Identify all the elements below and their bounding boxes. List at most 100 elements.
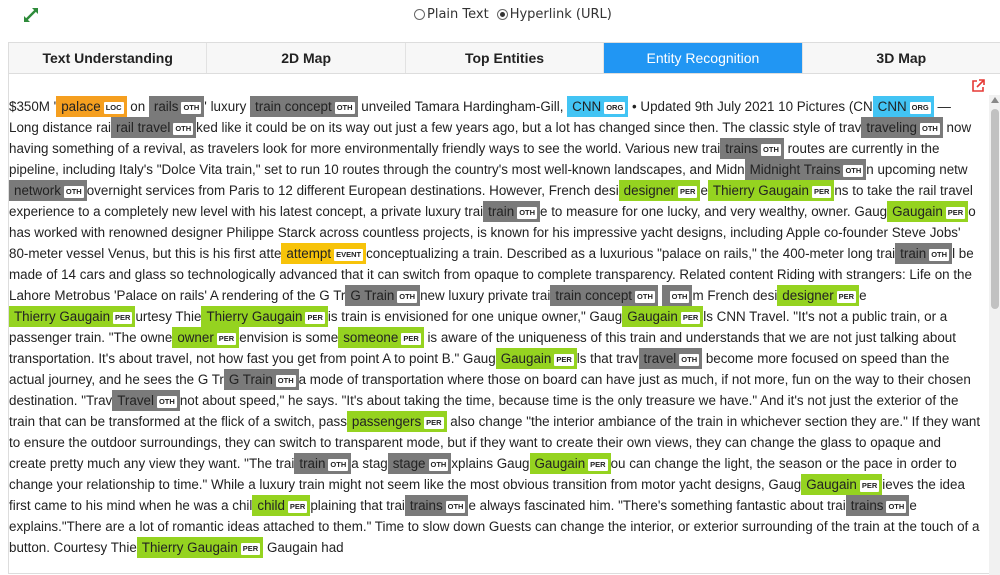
entity-per[interactable]: Thierry Gaugain PER (136, 537, 264, 558)
entity-loc[interactable]: palace LOC (56, 96, 127, 117)
entity-label-badge: ORG (604, 102, 626, 114)
entity-oth[interactable]: stage OTH (387, 453, 452, 474)
entity-oth[interactable]: network OTH (9, 180, 87, 201)
entity-oth[interactable]: rails OTH (148, 96, 205, 117)
entity-per[interactable]: Gaugain PER (529, 453, 611, 474)
entity-per[interactable]: someone PER (338, 327, 424, 348)
entity-text: someone (343, 330, 399, 345)
vertical-scrollbar[interactable] (989, 95, 1000, 575)
radio-plain-text-dot[interactable] (414, 9, 425, 20)
entity-label-badge: OTH (679, 354, 700, 366)
article-text-segment: overnight services from Paris to 12 diff… (86, 183, 619, 198)
entity-text: G Train (228, 372, 273, 387)
radio-hyperlink-dot[interactable] (496, 9, 508, 20)
entity-oth[interactable]: train OTH (895, 243, 953, 264)
entity-per[interactable]: owner PER (172, 327, 240, 348)
entity-text: designer (782, 288, 834, 303)
article-text-segment: ked like it could be on its way out just… (196, 120, 862, 135)
entity-per[interactable]: Gaugain PER (801, 474, 883, 495)
entity-event[interactable]: attempt EVENT (281, 243, 367, 264)
entity-label-badge: PER (113, 312, 133, 324)
entity-text: Gaugain (500, 351, 552, 366)
entity-oth[interactable]: train concept OTH (250, 96, 358, 117)
article-text-segment: plaining that trai (310, 498, 405, 513)
entity-label-badge: PER (216, 333, 237, 345)
external-link-icon[interactable] (971, 79, 985, 93)
entity-oth[interactable]: train concept OTH (550, 285, 658, 306)
entity-oth[interactable]: rail travel OTH (111, 117, 197, 138)
entity-label-badge: OTH (334, 102, 355, 114)
article-text-segment: Gaugain had (263, 540, 344, 555)
scrollbar-thumb[interactable] (991, 109, 999, 309)
entity-org[interactable]: CNN ORG (872, 96, 934, 117)
article-text-segment: a stag (351, 456, 388, 471)
entity-per[interactable]: Gaugain PER (495, 348, 577, 369)
entity-per[interactable]: designer PER (777, 285, 860, 306)
entity-oth[interactable]: trains OTH (404, 495, 469, 516)
expand-icon[interactable] (22, 6, 40, 24)
entity-text: train concept (255, 99, 332, 114)
entity-text: CNN (877, 99, 907, 114)
entity-oth[interactable]: G Train OTH (223, 369, 299, 390)
entity-text: train concept (555, 288, 633, 303)
tab-2d-map[interactable]: 2D Map (207, 43, 406, 73)
entity-text: CNN (572, 99, 602, 114)
entity-text: train (900, 246, 927, 261)
entity-per[interactable]: Gaugain PER (622, 306, 704, 327)
radio-plain-text[interactable]: Plain Text (414, 7, 489, 22)
article-text-segment: e (859, 288, 867, 303)
entity-oth[interactable]: trains OTH (845, 495, 910, 516)
tab-entity-recognition[interactable]: Entity Recognition (604, 43, 803, 73)
entity-label-badge: PER (424, 417, 444, 429)
entity-text: network (14, 183, 61, 198)
article-text-segment: new luxury private trai (420, 288, 551, 303)
entity-per[interactable]: child PER (252, 495, 311, 516)
entity-label-badge: PER (554, 354, 574, 366)
article-text-segment: on (126, 99, 149, 114)
entity-oth[interactable]: travel OTH (638, 348, 703, 369)
entity-label-badge: PER (287, 501, 308, 513)
entity-label-badge: PER (401, 333, 421, 345)
entity-per[interactable]: Thierry Gaugain PER (9, 306, 136, 327)
entity-oth[interactable]: OTH (661, 285, 693, 306)
entity-label-badge: OTH (328, 459, 349, 471)
entity-text: trains (725, 141, 759, 156)
entity-per[interactable]: Gaugain PER (887, 201, 969, 222)
article-text-segment: $350M ' (9, 99, 57, 114)
article-text-segment: ' luxury (204, 99, 251, 114)
entity-per[interactable]: Thierry Gaugain PER (707, 180, 835, 201)
entity-label-badge: OTH (517, 207, 538, 219)
article-text-segment: conceptualizing a train. Described as a … (366, 246, 896, 261)
entity-text: G Train (350, 288, 395, 303)
entity-label-badge: LOC (103, 102, 124, 114)
entity-oth[interactable]: train OTH (294, 453, 352, 474)
article-text-segment: xplains Gaug (451, 456, 530, 471)
entity-per[interactable]: passengers PER (346, 411, 447, 432)
entity-org[interactable]: CNN ORG (567, 96, 629, 117)
scroll-up-arrow-icon[interactable] (991, 97, 999, 103)
entity-per[interactable]: Thierry Gaugain PER (201, 306, 328, 327)
entity-text: Thierry Gaugain (206, 309, 303, 324)
tab-bar: Text Understanding 2D Map Top Entities E… (9, 43, 1000, 74)
entity-text: Gaugain (534, 456, 586, 471)
article-text-segment: e to measure for one lucky, and very wea… (540, 204, 888, 219)
tab-top-entities[interactable]: Top Entities (405, 43, 605, 73)
entity-oth[interactable]: G Train OTH (345, 285, 421, 306)
entity-oth[interactable]: Midnight Trains OTH (744, 159, 867, 180)
entity-label-badge: OTH (445, 501, 466, 513)
article-text-segment: e always fascinated him. "There's someth… (468, 498, 846, 513)
tab-text-understanding[interactable]: Text Understanding (9, 43, 208, 73)
entity-label-badge: OTH (156, 396, 177, 408)
entity-oth[interactable]: traveling OTH (861, 117, 943, 138)
radio-hyperlink[interactable]: Hyperlink (URL) (496, 7, 612, 22)
entity-text: travel (643, 351, 677, 366)
article-text-segment: • Updated 9th July 2021 10 Pictures (CN (628, 99, 873, 114)
entity-label-badge: OTH (181, 102, 202, 114)
entity-oth[interactable]: train OTH (483, 201, 541, 222)
entity-label-badge: OTH (428, 459, 449, 471)
entity-text: Thierry Gaugain (141, 540, 238, 555)
entity-oth[interactable]: trains OTH (720, 138, 784, 159)
tab-3d-map[interactable]: 3D Map (802, 43, 1000, 73)
entity-oth[interactable]: Travel OTH (112, 390, 180, 411)
entity-per[interactable]: designer PER (618, 180, 701, 201)
